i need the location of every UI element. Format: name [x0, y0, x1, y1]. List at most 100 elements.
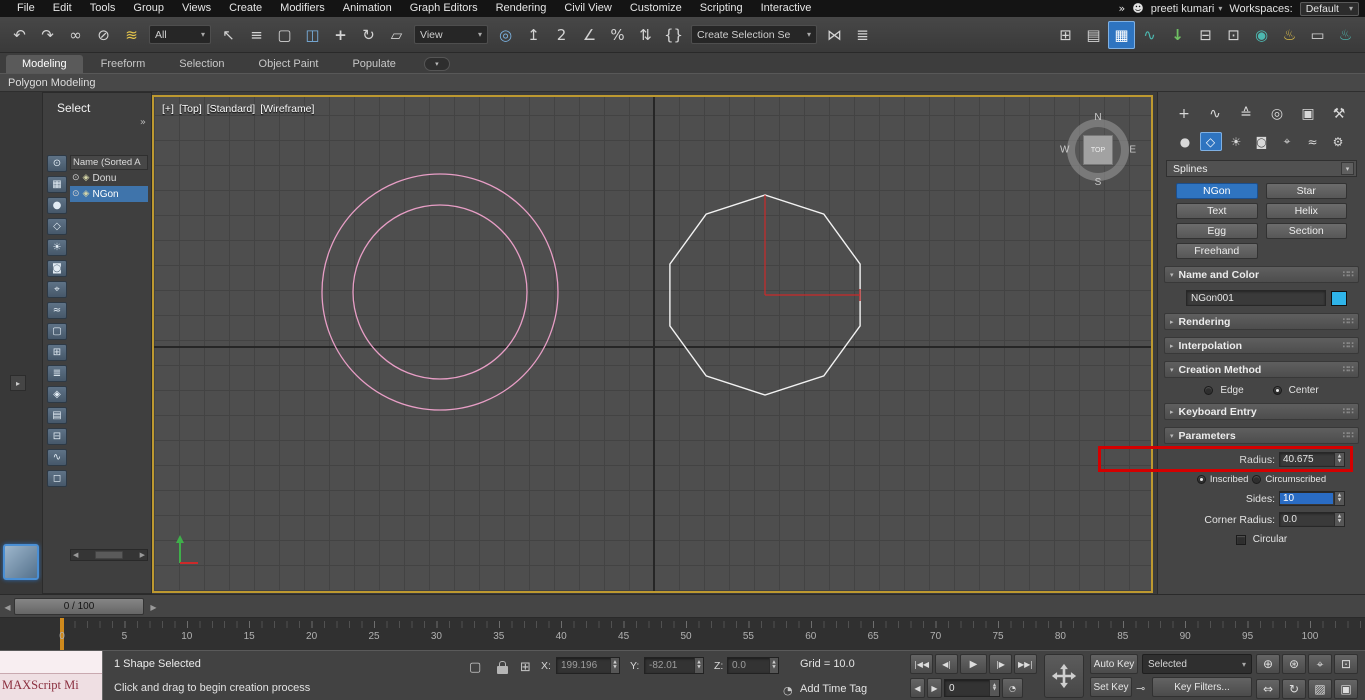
viewcube[interactable]: TOP N S W E [1059, 111, 1137, 189]
scroll-right-icon[interactable]: ▶ [140, 551, 145, 559]
display-containers-icon[interactable]: ◈ [47, 386, 67, 403]
panel-overflow-chevron[interactable]: » [140, 117, 146, 128]
render-setup-icon[interactable]: ♨ [1276, 21, 1303, 49]
dope-sheet-icon[interactable]: ⊟ [1192, 21, 1219, 49]
menu-civil-view[interactable]: Civil View [555, 0, 620, 17]
display-groups-icon[interactable]: ▢ [47, 323, 67, 340]
menu-group[interactable]: Group [124, 0, 173, 17]
auto-key-button[interactable]: Auto Key [1090, 654, 1138, 674]
unlink-selection-icon[interactable]: ⊘ [90, 21, 117, 49]
play-button[interactable]: ▶ [960, 654, 987, 674]
create-selection-set-dropdown[interactable]: Create Selection Se ▾ [691, 25, 817, 44]
ribbon-tab-populate[interactable]: Populate [336, 55, 411, 73]
column-header-name[interactable]: Name (Sorted A [70, 155, 148, 170]
spin-down-icon[interactable]: ▼ [772, 665, 775, 671]
menu-animation[interactable]: Animation [334, 0, 401, 17]
scene-explorer-icon[interactable]: ▤ [1080, 21, 1107, 49]
rectangular-selection-region-icon[interactable]: ▢ [271, 21, 298, 49]
section-button[interactable]: Section [1265, 223, 1347, 239]
scrollbar-thumb[interactable] [95, 551, 123, 559]
menu-views[interactable]: Views [173, 0, 220, 17]
viewcube-top-face[interactable]: TOP [1083, 135, 1113, 165]
freehand-button[interactable]: Freehand [1176, 243, 1258, 259]
schematic-view-icon[interactable]: ⊡ [1220, 21, 1247, 49]
display-xrefs-icon[interactable]: ⊞ [47, 344, 67, 361]
spinner-snap-icon[interactable]: ⇅ [632, 21, 659, 49]
ribbon-tab-object-paint[interactable]: Object Paint [243, 55, 335, 73]
modify-tab-icon[interactable]: ∿ [1203, 104, 1227, 124]
menu-tools[interactable]: Tools [81, 0, 125, 17]
explorer-h-scrollbar[interactable]: ◀ ▶ [70, 549, 148, 561]
zoom-all-icon[interactable]: ⊛ [1282, 654, 1306, 674]
offset-mode-icon[interactable]: ⊞ [520, 660, 531, 675]
z-coordinate-field[interactable]: 0.0 ▲ ▼ [727, 657, 779, 674]
toggle-ribbon-icon[interactable]: ▦ [1108, 20, 1135, 49]
spinner-arrows-icon[interactable]: ▲ ▼ [769, 658, 778, 673]
menu-scripting[interactable]: Scripting [691, 0, 752, 17]
keying-navigation-button[interactable] [1044, 654, 1084, 698]
zoom-icon[interactable]: ⊕ [1256, 654, 1280, 674]
ribbon-tab-modeling[interactable]: Modeling [6, 55, 83, 73]
rollout-grip-icon[interactable]: ∷∷ [1342, 365, 1353, 375]
parameters-header[interactable]: ▾ Parameters ∷∷ [1164, 427, 1359, 444]
go-to-start-button[interactable]: |◀◀ [910, 654, 933, 674]
set-key-button[interactable]: Set Key [1090, 677, 1132, 697]
named-selection-sets-icon[interactable]: {} [660, 21, 687, 49]
helpers-category-icon[interactable]: ⌖ [1276, 132, 1298, 151]
helix-button[interactable]: Helix [1265, 203, 1347, 219]
rollout-grip-icon[interactable]: ∷∷ [1342, 407, 1353, 417]
expand-panel-button[interactable]: ▸ [10, 375, 26, 391]
interpolation-header[interactable]: ▸ Interpolation ∷∷ [1164, 337, 1359, 354]
circular-checkbox[interactable] [1235, 534, 1246, 545]
star-button[interactable]: Star [1265, 183, 1347, 199]
display-tab-icon[interactable]: ▣ [1296, 104, 1320, 124]
menu-create[interactable]: Create [220, 0, 271, 17]
time-configuration-icon[interactable]: ◔ [1002, 678, 1023, 698]
egg-button[interactable]: Egg [1176, 223, 1258, 239]
spinner-arrows-icon[interactable]: ▲ ▼ [610, 658, 619, 673]
render-production-icon[interactable]: ♨ [1332, 21, 1359, 49]
select-object-icon[interactable]: ↖ [215, 21, 242, 49]
rollout-grip-icon[interactable]: ∷∷ [1342, 270, 1353, 280]
menu-edit[interactable]: Edit [44, 0, 81, 17]
spinner-arrows-icon[interactable]: ▲ ▼ [1334, 513, 1344, 526]
undo-icon[interactable]: ↶ [6, 21, 33, 49]
viewport-menu-shading[interactable]: [Wireframe] [260, 103, 314, 115]
lock-selection-toggle-icon[interactable] [497, 661, 508, 674]
window-crossing-icon[interactable]: ◫ [299, 21, 326, 49]
material-editor-icon[interactable]: ◉ [1248, 21, 1275, 49]
go-to-end-button[interactable]: ▶▶| [1014, 654, 1037, 674]
ribbon-tab-selection[interactable]: Selection [163, 55, 240, 73]
track-bar[interactable]: 0 5 10 15 20 25 30 35 40 45 50 55 60 65 … [0, 618, 1365, 650]
object-name-field[interactable]: NGon001 [1186, 290, 1326, 306]
create-tab-icon[interactable]: + [1172, 104, 1196, 124]
list-item-ngon[interactable]: ⊙ ◈ NGon [70, 186, 148, 202]
compass-south[interactable]: S [1095, 177, 1102, 188]
orbit-icon[interactable]: ↻ [1282, 679, 1306, 699]
spin-down-icon[interactable]: ▼ [1338, 498, 1341, 504]
menu-overflow-chevron[interactable]: » [1119, 2, 1126, 15]
select-by-name-icon[interactable]: ≡ [243, 21, 270, 49]
pan-view-icon[interactable]: ⇔ [1256, 679, 1280, 699]
shapes-category-icon[interactable]: ◇ [1199, 132, 1222, 151]
edge-radio[interactable] [1204, 386, 1214, 395]
viewport-canvas[interactable] [154, 97, 1151, 591]
display-all-icon[interactable]: ▦ [47, 176, 67, 193]
workspace-dropdown[interactable]: Default ▾ [1299, 1, 1359, 16]
viewport-menu-renderer[interactable]: [Standard] [207, 103, 255, 115]
time-slider-bar[interactable]: ◀ 0 / 100 ▶ [0, 594, 1365, 618]
rollout-grip-icon[interactable]: ∷∷ [1342, 317, 1353, 327]
y-coordinate-field[interactable]: -82.01 ▲ ▼ [644, 657, 704, 674]
select-and-scale-icon[interactable]: ▱ [383, 21, 410, 49]
spinner-arrows-icon[interactable]: ▲ ▼ [694, 658, 703, 673]
menu-rendering[interactable]: Rendering [487, 0, 556, 17]
rendering-header[interactable]: ▸ Rendering ∷∷ [1164, 313, 1359, 330]
creation-method-header[interactable]: ▾ Creation Method ∷∷ [1164, 361, 1359, 378]
zoom-extents-icon[interactable]: ⌖ [1308, 654, 1332, 674]
viewport-menu-pov[interactable]: [Top] [179, 103, 202, 115]
menu-modifiers[interactable]: Modifiers [271, 0, 334, 17]
compass-west[interactable]: W [1060, 145, 1069, 156]
spin-down-icon[interactable]: ▼ [1338, 519, 1341, 525]
ngon-button[interactable]: NGon [1176, 183, 1258, 199]
key-step-forward-icon[interactable]: ▶ [927, 678, 942, 698]
